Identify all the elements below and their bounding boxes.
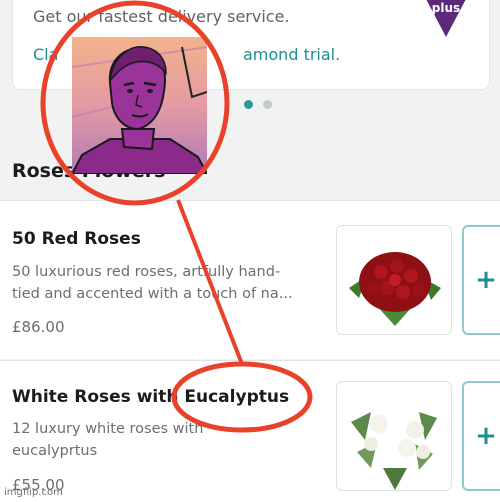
carousel-dot[interactable] [263, 100, 272, 109]
product-card: White Roses with Eucalyptus 12 luxury wh… [0, 361, 500, 502]
comic-portrait-image [72, 37, 207, 174]
promo-link-left[interactable]: Cla [33, 45, 58, 64]
add-to-basket-button[interactable]: + [462, 381, 500, 491]
product-desc: 12 luxury white roses with eucalyprtus [12, 421, 204, 459]
carousel-dots [244, 100, 272, 109]
plus-badge-label: plus [432, 1, 460, 15]
product-name[interactable]: White Roses with Eucalyptus [12, 387, 289, 407]
product-card: 50 Red Roses 50 luxurious red roses, art… [0, 201, 500, 359]
promo-link-right[interactable]: amond trial. [243, 45, 340, 64]
plus-badge-icon: plus [426, 0, 466, 37]
add-to-basket-button[interactable]: + [462, 225, 500, 335]
carousel-dot-active[interactable] [244, 100, 253, 109]
product-name[interactable]: 50 Red Roses [12, 229, 141, 249]
product-price: £86.00 [12, 318, 65, 336]
product-desc: 50 luxurious red roses, artfully hand- t… [12, 264, 293, 302]
watermark-text: imgflip.com [4, 487, 63, 498]
red-roses-image[interactable] [336, 225, 452, 335]
white-roses-image[interactable] [336, 381, 452, 491]
promo-text: Get our fastest delivery service. [33, 7, 290, 26]
